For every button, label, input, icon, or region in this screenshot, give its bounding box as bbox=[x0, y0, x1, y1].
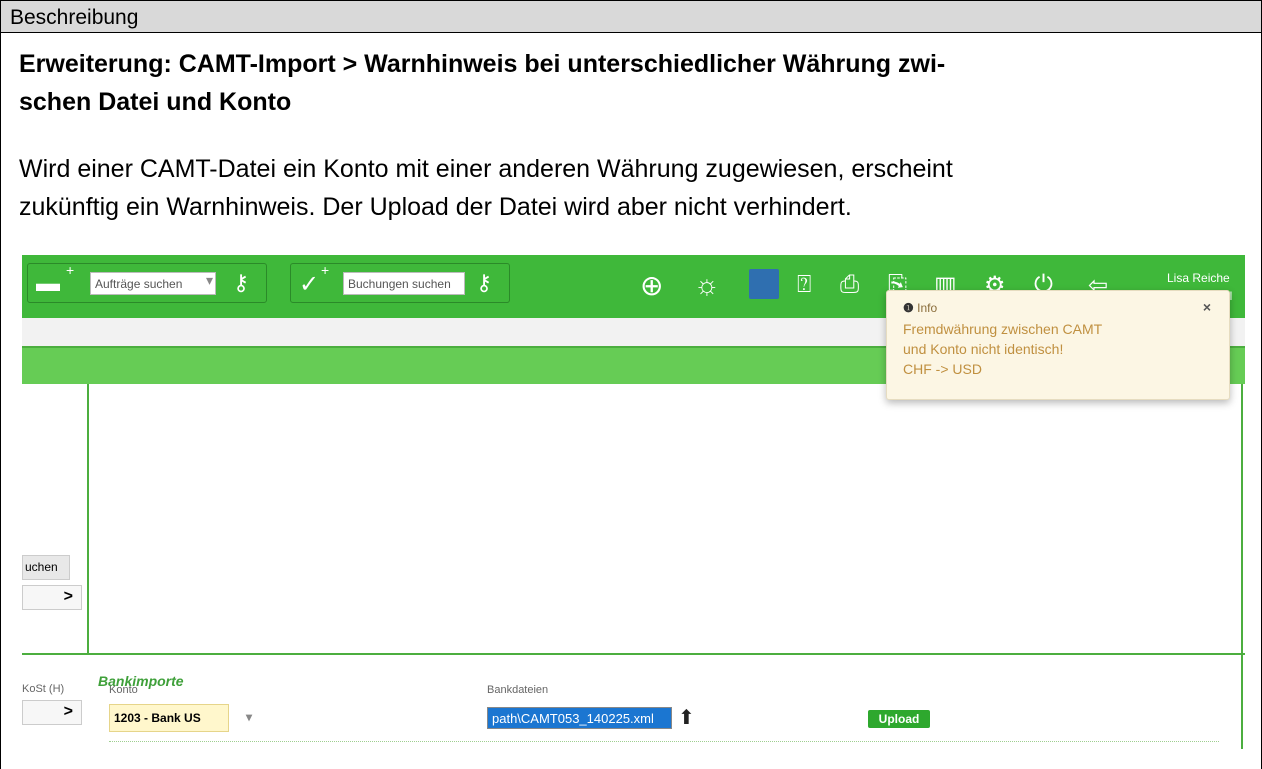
description-line-2: zukünftig ein Warnhinweis. Der Upload de… bbox=[19, 193, 852, 221]
toast-message-line-2: und Konto nicht identisch! bbox=[903, 341, 1064, 357]
toast-message-line-3: CHF -> USD bbox=[903, 361, 982, 377]
tui-logo-icon[interactable] bbox=[749, 269, 779, 299]
clipboard-icon[interactable]: ⎙ bbox=[840, 271, 859, 299]
close-icon[interactable]: × bbox=[1203, 299, 1211, 315]
upload-button[interactable]: Upload bbox=[868, 710, 930, 728]
divider-vertical bbox=[87, 384, 89, 654]
booking-search-input[interactable]: Buchungen suchen bbox=[343, 272, 465, 295]
globe-icon[interactable]: ⊕ bbox=[640, 269, 663, 302]
title-line-1: Erweiterung: CAMT-Import > Warnhinweis b… bbox=[19, 50, 946, 78]
toast-message: Fremdwährung zwischen CAMT und Konto nic… bbox=[903, 319, 1102, 379]
konto-label: Konto bbox=[109, 684, 138, 696]
sun-icon[interactable]: ☼ bbox=[694, 269, 720, 301]
konto-select-value: 1203 - Bank US bbox=[114, 711, 201, 725]
info-toast: ❶ Info × Fremdwährung zwischen CAMT und … bbox=[886, 290, 1230, 400]
toast-heading-text: Info bbox=[917, 301, 938, 315]
sidebar-search-button[interactable]: uchen bbox=[22, 555, 70, 580]
toast-message-line-1: Fremdwährung zwischen CAMT bbox=[903, 321, 1103, 337]
divider-horizontal bbox=[22, 653, 1245, 655]
plus-icon: + bbox=[321, 262, 330, 278]
orders-icon[interactable]: ▬ bbox=[36, 270, 60, 298]
divider-right bbox=[1241, 384, 1243, 749]
key-icon[interactable]: ⚷ bbox=[233, 270, 249, 296]
user-name[interactable]: Lisa Reiche bbox=[1167, 271, 1230, 285]
plus-icon: + bbox=[66, 262, 75, 278]
chevron-down-icon[interactable]: ▾ bbox=[206, 272, 213, 289]
bankdateien-label: Bankdateien bbox=[487, 684, 549, 696]
description-line-1: Wird einer CAMT-Datei ein Konto mit eine… bbox=[19, 155, 953, 183]
booking-search-box: ✓ + Buchungen suchen ⚷ bbox=[290, 262, 510, 303]
order-search-box: ▬ + Aufträge suchen ▾ ⚷ bbox=[27, 262, 267, 303]
app-screenshot: ▬ + Aufträge suchen ▾ ⚷ ✓ + Buchungen su… bbox=[22, 255, 1245, 749]
page-title: Erweiterung: CAMT-Import > Warnhinweis b… bbox=[19, 45, 1247, 121]
key-icon[interactable]: ⚷ bbox=[476, 270, 492, 296]
file-input[interactable]: path\CAMT053_140225.xml bbox=[487, 707, 672, 729]
checkmark-icon[interactable]: ✓ bbox=[299, 270, 319, 299]
description: Wird einer CAMT-Datei ein Konto mit eine… bbox=[19, 150, 1247, 226]
sidebar-chevron-1[interactable]: > bbox=[22, 585, 82, 610]
kost-label: KoSt (H) bbox=[22, 683, 65, 695]
chevron-down-icon[interactable]: ▾ bbox=[246, 710, 252, 724]
upload-arrow-icon[interactable]: ⬆ bbox=[678, 705, 695, 730]
konto-select[interactable]: 1203 - Bank US ▾ bbox=[109, 704, 252, 732]
section-header: Beschreibung bbox=[0, 0, 1262, 33]
toast-heading: ❶ Info bbox=[903, 301, 937, 315]
info-icon: ❶ bbox=[903, 301, 914, 315]
dotted-divider bbox=[109, 741, 1219, 742]
sidebar-chevron-2[interactable]: > bbox=[22, 700, 82, 725]
section-header-label: Beschreibung bbox=[10, 6, 139, 29]
title-line-2: schen Datei und Konto bbox=[19, 88, 292, 116]
chat-icon[interactable]: ⍰ bbox=[797, 271, 811, 299]
order-search-input[interactable]: Aufträge suchen bbox=[90, 272, 216, 295]
